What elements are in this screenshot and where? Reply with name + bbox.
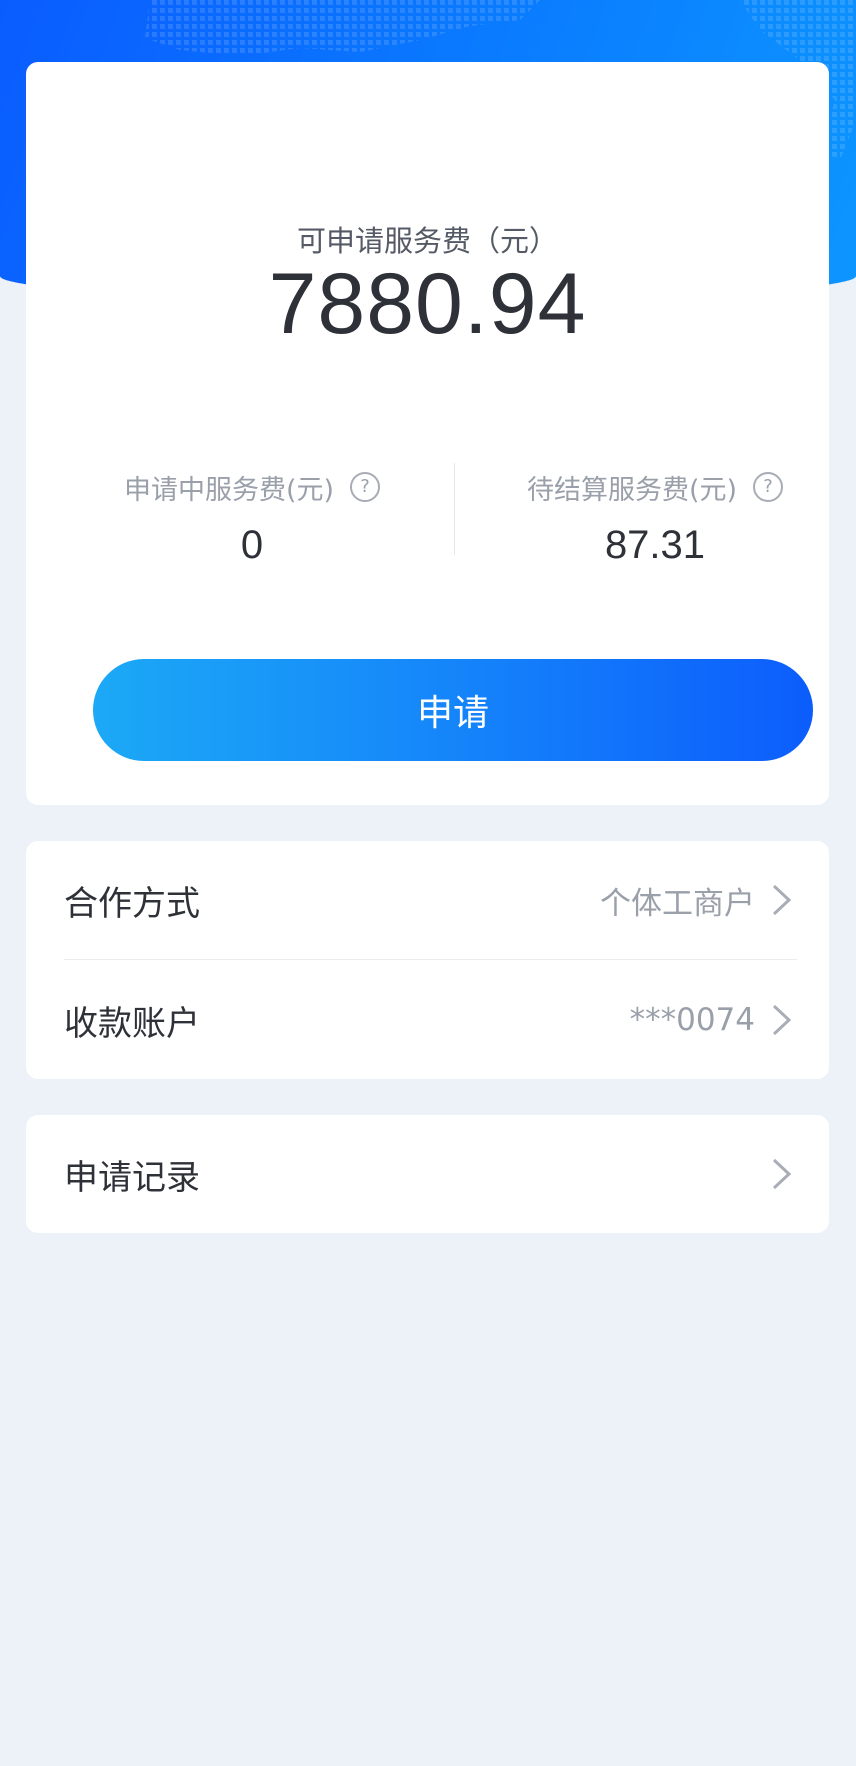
row-divider [64, 959, 797, 960]
pending-fee-stat: 待结算服务费(元) ? 87.31 [455, 467, 855, 568]
cooperation-method-value: 个体工商户 [600, 885, 755, 922]
payment-account-row[interactable]: 收款账户 ***0074 [26, 961, 829, 1079]
settings-card: 合作方式 个体工商户 收款账户 ***0074 [26, 841, 829, 1079]
available-fee-amount: 7880.94 [268, 256, 587, 352]
applying-fee-label: 申请中服务费(元) [123, 474, 335, 506]
service-fee-card: 可申请服务费（元） 7880.94 申请中服务费(元) ? 0 待结算服务费(元… [26, 62, 829, 805]
applying-fee-amount: 0 [240, 523, 264, 567]
applying-fee-stat: 申请中服务费(元) ? 0 [52, 467, 452, 568]
payment-account-label: 收款账户 [64, 1003, 200, 1044]
pending-fee-amount: 87.31 [604, 523, 706, 567]
pending-fee-help-icon[interactable]: ? [753, 472, 784, 502]
apply-button[interactable]: 申请 [93, 659, 813, 761]
applying-fee-help-icon[interactable]: ? [350, 472, 381, 502]
pending-fee-label: 待结算服务费(元) [526, 474, 738, 506]
application-records-row[interactable]: 申请记录 [26, 1115, 829, 1233]
chevron-right-icon [772, 1004, 792, 1036]
chevron-right-icon [772, 884, 792, 916]
cooperation-method-label: 合作方式 [64, 883, 200, 924]
records-card: 申请记录 [26, 1115, 829, 1233]
application-records-label: 申请记录 [64, 1157, 200, 1198]
cooperation-method-row[interactable]: 合作方式 个体工商户 [26, 841, 829, 959]
payment-account-value: ***0074 [629, 1002, 755, 1038]
available-fee-label: 可申请服务费（元） [296, 224, 558, 258]
apply-button-label: 申请 [416, 693, 489, 734]
chevron-right-icon [772, 1158, 792, 1190]
